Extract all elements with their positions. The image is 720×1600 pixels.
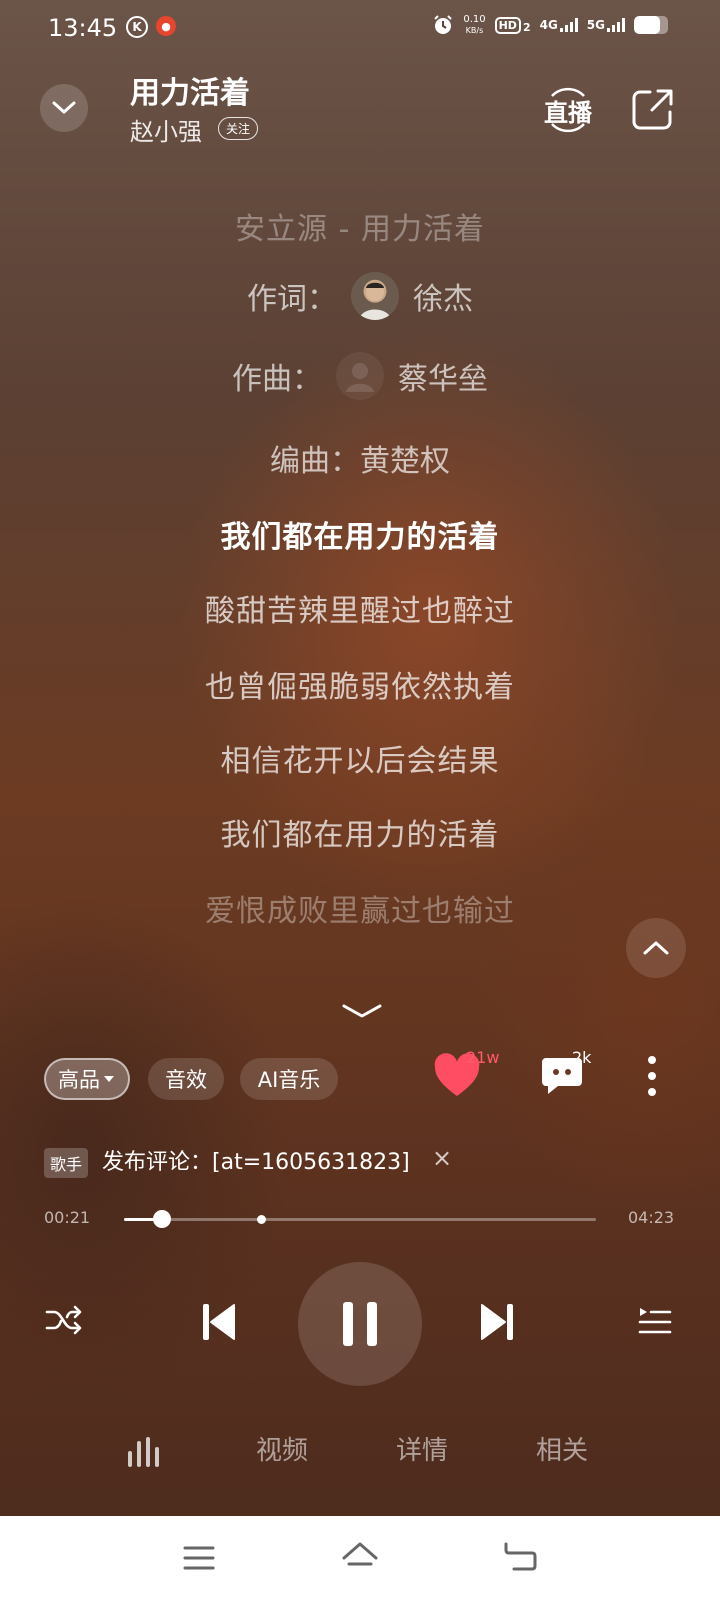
network-speed-unit: KB/s — [465, 26, 484, 35]
lyric-line[interactable]: 酸甜苦辣里醒过也醉过 — [0, 586, 720, 630]
tab-details[interactable]: 详情 — [396, 1430, 448, 1467]
weibo-notification-icon: ● — [156, 16, 176, 36]
system-navigation-bar — [0, 1516, 720, 1600]
tab-equalizer[interactable] — [124, 1434, 164, 1470]
lyric-line[interactable]: 相信花开以后会结果 — [0, 736, 720, 780]
signal-bars-icon — [607, 18, 625, 32]
follow-button[interactable]: 关注 — [218, 117, 259, 140]
like-count: 21w — [466, 1048, 500, 1067]
previous-button[interactable] — [198, 1302, 238, 1342]
status-time: 13:45 — [48, 14, 118, 42]
chevron-up-icon — [643, 941, 669, 955]
skip-next-icon — [481, 1304, 513, 1340]
pause-button[interactable] — [298, 1262, 422, 1386]
dot — [648, 1072, 656, 1080]
ai-music-button[interactable]: AI音乐 — [240, 1058, 338, 1100]
lyrics-heading: 安立源 - 用力活着 — [235, 212, 485, 247]
equalizer-icon — [128, 1437, 159, 1467]
arranger-row: 编曲： 黄楚权 — [0, 436, 720, 480]
k-app-icon: K — [126, 16, 148, 38]
alarm-icon — [434, 15, 453, 34]
current-time: 00:21 — [44, 1208, 91, 1227]
signal-5g: 5G — [587, 18, 625, 32]
more-options-button[interactable] — [644, 1056, 660, 1096]
lyric-line[interactable]: 我们都在用力的活着 — [0, 810, 720, 854]
dot — [648, 1056, 656, 1064]
playlist-button[interactable] — [634, 1302, 674, 1342]
composer-avatar[interactable] — [336, 352, 384, 400]
caret-down-icon — [104, 1076, 114, 1082]
shuffle-icon — [45, 1305, 82, 1335]
quality-selector[interactable]: 高品 — [44, 1058, 130, 1100]
song-title: 用力活着 — [130, 76, 250, 111]
skip-previous-icon — [203, 1304, 235, 1340]
comment-text[interactable]: 发布评论：[at=1605631823] — [102, 1144, 410, 1176]
back-icon[interactable] — [502, 1540, 538, 1574]
close-icon[interactable]: × — [432, 1144, 452, 1172]
dot — [648, 1088, 656, 1096]
tab-related[interactable]: 相关 — [536, 1430, 588, 1467]
comment-count: 2k — [572, 1048, 592, 1067]
user-placeholder-icon — [346, 363, 374, 392]
progress-thumb[interactable] — [152, 1210, 171, 1228]
composer-name[interactable]: 蔡华垒 — [398, 354, 488, 398]
lyric-line[interactable]: 爱恨成败里赢过也输过 — [0, 886, 720, 930]
lyricist-name[interactable]: 徐杰 — [413, 274, 473, 318]
playlist-icon — [638, 1308, 672, 1334]
quality-label: 高品 — [58, 1068, 100, 1092]
artist-name[interactable]: 赵小强 — [130, 112, 202, 147]
chevron-down-icon — [52, 101, 76, 114]
collapse-player-button[interactable] — [40, 84, 88, 132]
lyricist-label: 作词： — [247, 282, 337, 317]
battery-icon — [634, 16, 668, 34]
progress-slider[interactable] — [124, 1210, 596, 1228]
status-indicators: 0.10 KB/s HD 2 4G 5G — [432, 14, 668, 36]
arranger-label: 编曲： — [270, 444, 360, 479]
lyricist-row: 作词： 徐杰 — [0, 272, 720, 320]
menu-icon[interactable] — [182, 1544, 216, 1572]
composer-label: 作曲： — [232, 362, 322, 397]
pause-icon — [343, 1302, 377, 1346]
composer-row: 作曲： 蔡华垒 — [0, 352, 720, 400]
signal-4g: 4G — [540, 18, 578, 32]
shuffle-button[interactable] — [44, 1300, 84, 1340]
network-speed: 0.10 KB/s — [463, 14, 485, 36]
live-button[interactable]: 直播 — [540, 86, 596, 134]
signal-bars-icon — [559, 18, 578, 32]
singer-tag: 歌手 — [44, 1148, 89, 1178]
live-label: 直播 — [544, 98, 592, 127]
lyric-line[interactable]: 我们都在用力的活着 — [0, 512, 720, 556]
network-speed-value: 0.10 — [463, 14, 486, 25]
home-icon[interactable] — [340, 1540, 380, 1574]
next-button[interactable] — [478, 1302, 518, 1342]
progress-marker — [256, 1215, 266, 1224]
total-time: 04:23 — [628, 1208, 675, 1227]
chevron-down-icon[interactable] — [340, 1000, 384, 1024]
lyricist-avatar[interactable] — [351, 272, 399, 320]
scroll-up-button[interactable] — [626, 918, 686, 978]
sound-effects-button[interactable]: 音效 — [148, 1058, 224, 1100]
lyric-line[interactable]: 也曾倔强脆弱依然执着 — [0, 662, 720, 706]
arranger-name: 黄楚权 — [360, 444, 450, 479]
status-bar: 13:45 K ● 0.10 KB/s HD 2 4G 5G — [0, 0, 720, 56]
hd-voice-icon: HD 2 — [494, 16, 531, 34]
share-icon[interactable] — [630, 86, 676, 132]
tab-video[interactable]: 视频 — [256, 1430, 308, 1467]
